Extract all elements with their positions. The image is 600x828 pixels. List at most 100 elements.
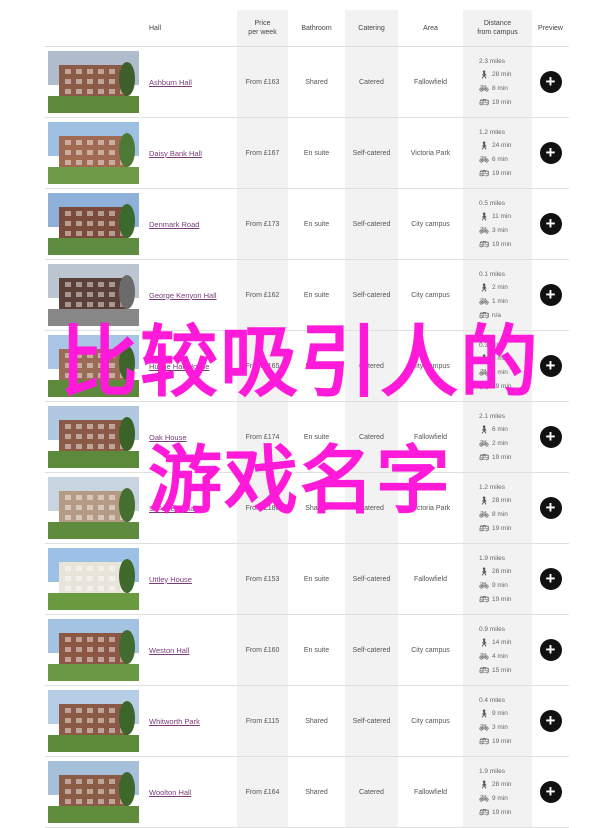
photo-window <box>86 646 93 652</box>
photo-window <box>75 514 82 520</box>
hall-photo[interactable] <box>48 477 139 539</box>
header-bathroom: Bathroom <box>301 24 332 32</box>
photo-lawn <box>48 166 139 184</box>
walking-person-icon: 🚶︎ <box>479 282 490 292</box>
distance-walk: 🚶︎ 28 min <box>479 496 512 505</box>
area-value: Victoria Park <box>410 149 451 157</box>
bus-icon: 🚌︎ <box>479 736 490 746</box>
hall-name-link[interactable]: George Kenyon Hall <box>149 291 217 300</box>
hall-name-link[interactable]: Whitworth Park <box>149 717 200 726</box>
photo-window <box>64 565 71 571</box>
bathroom-cell: Shared <box>288 473 345 543</box>
photo-window <box>97 281 104 287</box>
distance-miles-value: 1.2 miles <box>479 483 506 491</box>
plus-icon: + <box>545 356 556 375</box>
photo-window <box>86 494 93 500</box>
photo-window <box>97 372 104 378</box>
distance-list: 0.4 miles 🚶︎ 9 min 🚲︎ 3 min 🚌︎ 19 min <box>479 697 512 746</box>
hall-photo[interactable] <box>48 193 139 255</box>
photo-building <box>58 64 129 96</box>
hall-name-link[interactable]: Daisy Bank Hall <box>149 149 202 158</box>
cycle-time: 8 min <box>492 510 508 518</box>
preview-plus-button[interactable]: + <box>539 781 562 803</box>
photo-window <box>86 504 93 510</box>
photo-window <box>108 372 115 378</box>
hall-photo[interactable] <box>48 51 139 113</box>
preview-plus-button[interactable]: + <box>539 284 562 306</box>
price-value: From £164 <box>245 788 280 796</box>
table-row: Uttley House From £153 En suite Self-cat… <box>45 544 569 615</box>
area-value: Fallowfield <box>413 433 448 441</box>
photo-window <box>86 281 93 287</box>
hall-photo[interactable] <box>48 690 139 752</box>
preview-plus-button[interactable]: + <box>539 497 562 519</box>
hall-name-link[interactable]: Woolton Hall <box>149 788 191 797</box>
photo-window <box>86 707 93 713</box>
photo-window <box>108 727 115 733</box>
hall-name-link[interactable]: Hulme Hall House <box>149 362 209 371</box>
hall-photo[interactable] <box>48 264 139 326</box>
photo-window <box>64 585 71 591</box>
photo-window <box>86 88 93 94</box>
distance-miles-value: 2.3 miles <box>479 57 506 65</box>
photo-building <box>58 135 129 167</box>
photo-window <box>97 717 104 723</box>
distance-list: 2.3 miles 🚶︎ 28 min 🚲︎ 8 min 🚌︎ 19 min <box>479 58 512 107</box>
photo-window <box>97 636 104 642</box>
photo-window <box>64 656 71 662</box>
photo-window <box>97 68 104 74</box>
hall-name-link[interactable]: St Anselm Hall <box>149 504 198 513</box>
preview-plus-button[interactable]: + <box>539 568 562 590</box>
bathroom-value: Shared <box>305 78 328 86</box>
cycle-time: 3 min <box>492 723 508 731</box>
price-cell: From £162 <box>237 260 288 330</box>
preview-cell: + <box>532 118 569 188</box>
hall-photo[interactable] <box>48 406 139 468</box>
photo-window <box>108 352 115 358</box>
preview-plus-button[interactable]: + <box>539 142 562 164</box>
halls-table: Hall Price per week Bathroom Catering Are… <box>45 10 569 828</box>
preview-plus-button[interactable]: + <box>539 426 562 448</box>
hall-cell: St Anselm Hall <box>145 473 237 543</box>
bus-icon: 🚌︎ <box>479 594 490 604</box>
photo-window <box>64 798 71 804</box>
hall-photo[interactable] <box>48 619 139 681</box>
photo-window <box>64 281 71 287</box>
photo-tree <box>119 772 136 807</box>
photo-window <box>108 78 115 84</box>
hall-name-link[interactable]: Denmark Road <box>149 220 199 229</box>
preview-plus-button[interactable]: + <box>539 710 562 732</box>
preview-plus-button[interactable]: + <box>539 71 562 93</box>
photo-window <box>64 159 71 165</box>
photo-window <box>108 210 115 216</box>
preview-plus-button[interactable]: + <box>539 639 562 661</box>
photo-window <box>86 372 93 378</box>
bathroom-cell: En suite <box>288 189 345 259</box>
hall-photo[interactable] <box>48 335 139 397</box>
photo-window <box>86 778 93 784</box>
hall-name-link[interactable]: Ashburn Hall <box>149 78 192 87</box>
distance-list: 0.9 miles 🚶︎ 14 min 🚲︎ 4 min 🚌︎ 15 min <box>479 626 512 675</box>
walk-time: 24 min <box>492 141 512 149</box>
preview-plus-button[interactable]: + <box>539 355 562 377</box>
hall-name-link[interactable]: Uttley House <box>149 575 192 584</box>
distance-miles-value: 0.3 miles <box>479 341 506 349</box>
distance-miles: 2.3 miles <box>479 58 512 65</box>
preview-cell: + <box>532 260 569 330</box>
area-cell: City campus <box>398 615 463 685</box>
catering-cell: Self-catered <box>345 260 398 330</box>
hall-name-link[interactable]: Oak House <box>149 433 187 442</box>
photo-window <box>75 494 82 500</box>
photo-window <box>75 352 82 358</box>
photo-window <box>75 291 82 297</box>
hall-photo[interactable] <box>48 548 139 610</box>
photo-window <box>97 423 104 429</box>
hall-name-link[interactable]: Weston Hall <box>149 646 189 655</box>
hall-photo[interactable] <box>48 122 139 184</box>
hall-photo[interactable] <box>48 761 139 823</box>
photo-window <box>64 291 71 297</box>
photo-window <box>97 778 104 784</box>
distance-miles-value: 1.2 miles <box>479 128 506 136</box>
preview-plus-button[interactable]: + <box>539 213 562 235</box>
distance-walk: 🚶︎ 24 min <box>479 141 512 150</box>
